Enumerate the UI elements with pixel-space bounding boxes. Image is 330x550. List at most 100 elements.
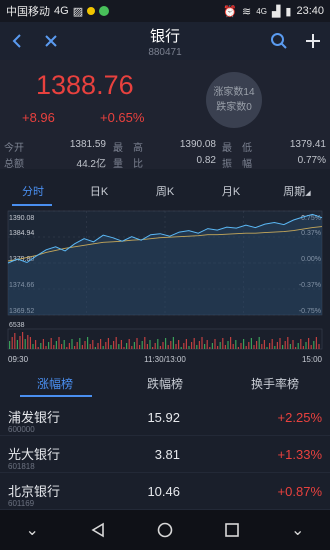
- volume-bar: [266, 347, 268, 349]
- volume-bar: [217, 346, 219, 349]
- volume-bar: [232, 344, 234, 349]
- volume-bar: [284, 341, 286, 349]
- volume-bar: [214, 339, 216, 349]
- volume-bar: [113, 341, 115, 349]
- recents-icon[interactable]: [224, 522, 240, 538]
- volume-bar: [58, 337, 60, 349]
- list-item[interactable]: 光大银行 601818 3.81 +1.33%: [0, 436, 330, 473]
- volume-bar: [74, 346, 76, 349]
- decline-count: 跌家数0: [216, 102, 252, 113]
- overflow-icon[interactable]: ⌄: [291, 520, 304, 540]
- volume-bar: [55, 341, 57, 349]
- volume-bar: [287, 337, 289, 349]
- back-triangle-icon[interactable]: [90, 522, 106, 538]
- volume-bar: [269, 343, 271, 349]
- stat-label: 最 高: [113, 143, 143, 154]
- volume-bar: [159, 346, 161, 349]
- volume-bar: [276, 342, 278, 349]
- quote-stats: 今开 1381.59 最 高 1390.08 最 低 1379.41 总额 44…: [0, 135, 330, 170]
- tab-losers[interactable]: 跌幅榜: [110, 372, 220, 396]
- volume-bar: [219, 342, 221, 349]
- advance-decline-badge[interactable]: 涨家数14 跌家数0: [206, 72, 262, 128]
- stat-value: 0.77%: [297, 155, 326, 166]
- tab-turnover[interactable]: 换手率榜: [220, 372, 330, 396]
- volume-bar: [84, 341, 86, 349]
- volume-bar: [157, 339, 159, 349]
- volume-bar: [115, 337, 117, 349]
- volume-bar: [222, 338, 224, 349]
- tab-period-label: 周期: [283, 186, 306, 198]
- system-nav-bar: ⌄ ⌄: [0, 510, 330, 550]
- volume-bar: [204, 344, 206, 349]
- volume-bar: [240, 343, 242, 349]
- volume-bar: [14, 333, 16, 349]
- volume-bar: [89, 344, 91, 349]
- close-icon: [45, 35, 57, 47]
- volume-bar: [53, 345, 55, 349]
- stock-price: 15.92: [147, 410, 180, 425]
- close-button[interactable]: [34, 22, 68, 60]
- tab-monthly-k[interactable]: 月K: [198, 180, 264, 206]
- volume-bar: [110, 345, 112, 349]
- volume-bar: [274, 346, 276, 349]
- tab-period[interactable]: 周期◢: [264, 180, 330, 206]
- stat-value: 1379.41: [289, 139, 326, 150]
- home-icon[interactable]: [157, 522, 173, 538]
- stock-name: 北京银行: [8, 484, 61, 499]
- volume-bar: [133, 342, 135, 349]
- ranking-tabs: 涨幅榜 跌幅榜 换手率榜: [0, 372, 330, 396]
- tab-active-indicator: [12, 204, 52, 206]
- volume-bar: [292, 340, 294, 349]
- ranking-list: 浦发银行 600000 15.92 +2.25% 光大银行 601818 3.8…: [0, 399, 330, 510]
- volume-bar: [107, 338, 109, 349]
- volume-bar: [97, 343, 99, 349]
- tab-weekly-k[interactable]: 周K: [132, 180, 198, 206]
- intraday-chart[interactable]: 1390.08 0.75% 1384.94 0.37% 1379.80 0.00% 1374…: [0, 207, 330, 367]
- volume-bar: [94, 347, 96, 349]
- volume-bar: [81, 345, 83, 349]
- volume-bar: [11, 337, 13, 349]
- stat-label: 总额: [4, 159, 24, 170]
- volume-bar: [118, 344, 120, 349]
- search-button[interactable]: [262, 22, 296, 60]
- add-button[interactable]: [296, 22, 330, 60]
- volume-bar: [235, 340, 237, 349]
- back-button[interactable]: [0, 22, 34, 60]
- volume-bar: [230, 337, 232, 349]
- volume-bar: [100, 339, 102, 349]
- volume-bar: [162, 342, 164, 349]
- quote-panel: 1388.76 +8.96 +0.65% 涨家数14 跌家数0: [0, 60, 330, 135]
- list-item[interactable]: 浦发银行 600000 15.92 +2.25%: [0, 399, 330, 436]
- volume-bar: [313, 341, 315, 349]
- volume-bar: [180, 347, 182, 349]
- x-tick-label: 15:00: [302, 355, 323, 364]
- list-item[interactable]: 北京银行 601169 10.46 +0.87%: [0, 473, 330, 510]
- volume-bar: [128, 339, 130, 349]
- nav-bar: 银行 880471: [0, 22, 330, 60]
- volume-bar: [24, 339, 26, 349]
- volume-bar: [245, 346, 247, 349]
- volume-bar: [144, 337, 146, 349]
- status-bar: 中国移动 4G ▨ ⏰ ≋ 4G ▟ ▮ 23:40: [0, 0, 330, 22]
- back-icon: [12, 34, 21, 48]
- volume-bar: [178, 340, 180, 349]
- stock-change-pct: +1.33%: [277, 447, 322, 462]
- volume-bar: [9, 341, 11, 349]
- volume-bar: [256, 341, 258, 349]
- last-price: 1388.76: [36, 70, 134, 100]
- chevron-down-icon[interactable]: ⌄: [26, 520, 39, 540]
- volume-bar: [141, 341, 143, 349]
- volume-bar: [209, 347, 211, 349]
- notification-icon: [87, 7, 96, 15]
- y-tick-label: 1390.08: [9, 215, 34, 222]
- y-tick-label: 1384.94: [9, 230, 34, 237]
- volume-bar: [131, 346, 133, 349]
- stat-value: 1390.08: [179, 139, 216, 150]
- stat-label: 振 幅: [222, 159, 252, 170]
- volume-bar: [305, 342, 307, 349]
- image-icon: ▨: [72, 5, 84, 18]
- tab-daily-k[interactable]: 日K: [66, 180, 132, 206]
- tab-gainers[interactable]: 涨幅榜: [0, 372, 110, 396]
- tab-intraday[interactable]: 分时: [0, 180, 66, 206]
- volume-bar: [19, 336, 21, 349]
